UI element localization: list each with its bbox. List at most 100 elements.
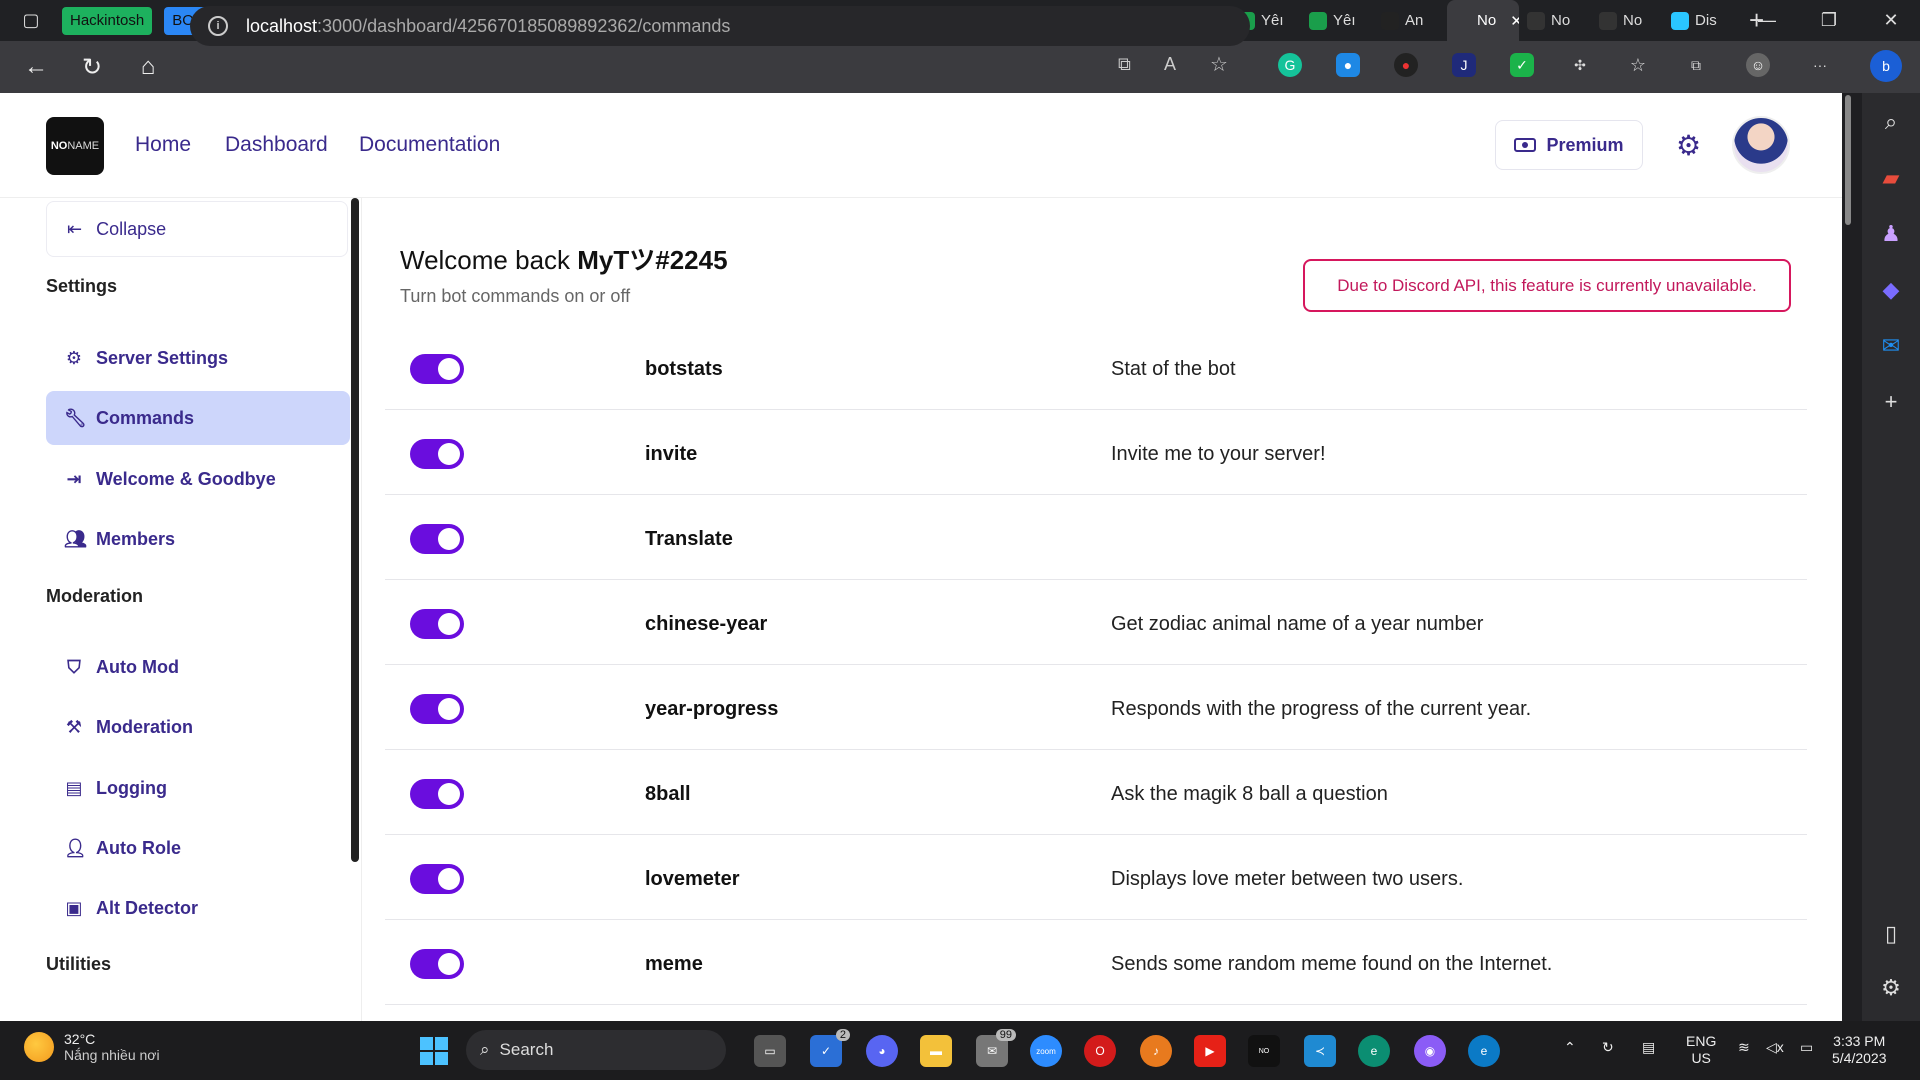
read-aloud-icon[interactable]: A [1164,54,1176,75]
youtube-app-icon[interactable]: ▶ [1194,1035,1226,1067]
sidebar-scrollbar[interactable] [351,198,359,862]
idcard-icon: ▣ [65,897,83,918]
nav-dashboard[interactable]: Dashboard [225,133,328,157]
premium-button[interactable]: Premium [1495,120,1643,170]
wifi-icon[interactable]: ≋ [1738,1039,1750,1056]
extensions-icon[interactable]: ✣ [1568,53,1592,77]
taskbar-search-label: Search [499,1040,554,1059]
add-sidebar-app-icon[interactable]: + [1876,387,1906,417]
zoom-app-icon[interactable]: zoom [1030,1035,1062,1067]
command-row: 8ball Ask the magik 8 ball a question [385,750,1807,835]
minimize-button[interactable]: — [1738,0,1796,41]
todo-app-icon[interactable]: ✓ 2 [810,1029,850,1067]
sidebar-item-server-settings[interactable]: ⚙ Server Settings [46,331,350,385]
office-icon[interactable]: ◆ [1876,275,1906,305]
command-toggle[interactable] [410,949,464,979]
sidebar-item-welcome-goodbye[interactable]: ⇥ Welcome & Goodbye [46,452,350,506]
shield-extension-icon[interactable]: ✓ [1510,53,1534,77]
command-toggle[interactable] [410,439,464,469]
browser-tab[interactable]: Dis [1665,7,1735,35]
refresh-button[interactable]: ↻ [64,41,120,93]
signout-icon: ⇥ [66,468,82,489]
show-hidden-icons[interactable]: ⌃ [1564,1039,1576,1056]
discord-app-icon[interactable]: ◕ [866,1035,898,1067]
droplet-extension-icon[interactable]: ● [1336,53,1360,77]
browser-tab[interactable]: No [1593,7,1663,35]
open-in-app-icon[interactable]: ⧉ [1118,54,1131,75]
sidebar-item-auto-role[interactable]: 👤︎ Auto Role [46,821,350,875]
site-info-icon[interactable]: i [208,16,228,36]
volume-muted-icon[interactable]: ◁x [1766,1039,1784,1056]
user-avatar[interactable] [1732,116,1790,174]
j-extension-icon[interactable]: J [1452,53,1476,77]
sidebar-item-members[interactable]: 👥︎ Members [46,512,350,566]
browser-tab[interactable]: No ✕ [1447,0,1520,41]
close-tab-icon[interactable]: ✕ [1510,12,1519,30]
sidebar-item-auto-mod[interactable]: ⛉ Auto Mod [46,640,350,694]
tab-actions-icon[interactable]: ▢ [0,0,62,41]
weather-widget[interactable]: 32°C Nắng nhiều nơi [24,1031,160,1063]
github-desktop-icon[interactable]: ◉ [1414,1035,1446,1067]
address-bar[interactable]: i localhost:3000/dashboard/4256701850898… [190,6,1250,46]
maximize-button[interactable]: ❐ [1800,0,1858,41]
sidebar-item-logging[interactable]: ▤ Logging [46,761,350,815]
region: US [1691,1050,1711,1066]
edge-dev-app-icon[interactable]: e [1468,1035,1500,1067]
record-extension-icon[interactable]: ● [1394,53,1418,77]
edge-app-icon[interactable]: e [1358,1035,1390,1067]
page-scroll-thumb[interactable] [1845,95,1851,225]
command-toggle[interactable] [410,609,464,639]
vscode-app-icon[interactable]: ≺ [1304,1035,1336,1067]
collapse-button[interactable]: ⇤ Collapse [46,201,348,257]
profile-avatar-icon[interactable]: ☺ [1746,53,1770,77]
command-toggle[interactable] [410,864,464,894]
home-button[interactable]: ⌂ [120,41,176,93]
app-tray-icon[interactable]: ▤ [1642,1039,1655,1056]
close-window-button[interactable]: ✕ [1862,0,1920,41]
sidebar-item-label: Auto Mod [96,656,179,677]
sidebar-item-moderation[interactable]: ⚒ Moderation [46,700,350,754]
bing-chat-icon[interactable]: b [1870,50,1902,82]
command-toggle[interactable] [410,354,464,384]
sidebar-settings-icon[interactable]: ⚙ [1876,973,1906,1003]
clock[interactable]: 3:33 PM 5/4/2023 [1832,1033,1887,1067]
games-icon[interactable]: ♟ [1876,219,1906,249]
browser-tab[interactable]: An [1375,7,1445,35]
page-scrollbar[interactable] [1842,93,1862,1021]
command-toggle[interactable] [410,779,464,809]
browser-tab[interactable]: Yêı [1303,7,1373,35]
command-name: meme [645,953,703,975]
tab-label: Dis [1695,12,1717,29]
noname-app-icon[interactable]: NO [1248,1035,1280,1067]
opera-app-icon[interactable]: O [1084,1035,1116,1067]
nav-documentation[interactable]: Documentation [359,133,500,157]
collections-icon[interactable]: ⧉ [1684,53,1708,77]
hide-sidebar-icon[interactable]: ▯ [1876,919,1906,949]
sidebar-item-commands[interactable]: 🔧︎ Commands [46,391,350,445]
favorites-icon[interactable]: ☆ [1626,53,1650,77]
browser-tab[interactable]: Hackintosh [62,6,153,35]
command-toggle[interactable] [410,694,464,724]
tools-icon[interactable]: ▰ [1876,163,1906,193]
command-toggle[interactable] [410,524,464,554]
taskbar-search[interactable]: ⌕ Search [466,1030,726,1070]
file-explorer-icon[interactable]: ▬ [920,1035,952,1067]
sync-icon[interactable]: ↻ [1602,1039,1614,1056]
site-logo[interactable]: NO NAME [46,117,104,175]
language-indicator[interactable]: ENG US [1686,1033,1716,1067]
task-view-icon[interactable]: ▭ [754,1035,786,1067]
sidebar-item-alt-detector[interactable]: ▣ Alt Detector [46,881,350,935]
start-button[interactable] [420,1037,448,1065]
mail-app-icon[interactable]: ✉ 99 [976,1029,1016,1067]
grammarly-extension-icon[interactable]: G [1278,53,1302,77]
settings-gear-icon[interactable]: ⚙ [1676,129,1701,162]
fl-studio-icon[interactable]: ♪ [1140,1035,1172,1067]
battery-icon[interactable]: ▭ [1800,1039,1813,1056]
search-icon[interactable]: ⌕ [1876,107,1906,137]
more-menu-icon[interactable]: ··· [1808,53,1832,77]
outlook-icon[interactable]: ✉ [1876,331,1906,361]
nav-home[interactable]: Home [135,133,191,157]
browser-tab[interactable]: No [1521,7,1591,35]
back-button[interactable]: ← [8,41,64,93]
favorite-add-icon[interactable]: ☆ [1210,52,1228,77]
